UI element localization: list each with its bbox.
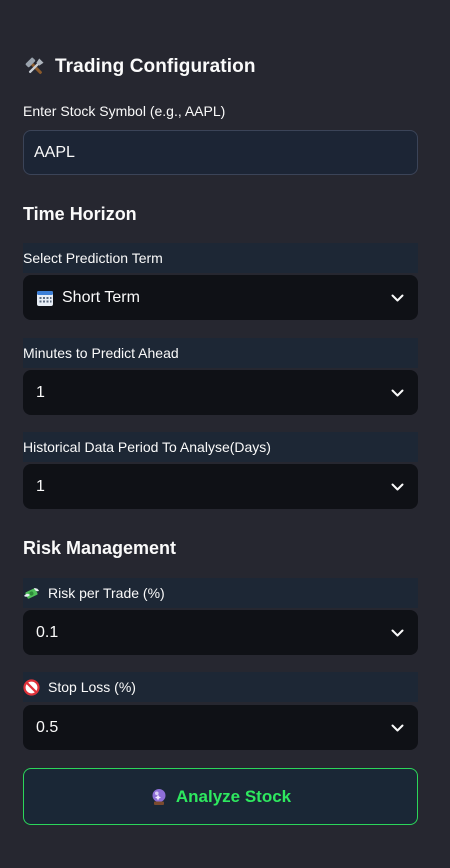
minutes-ahead-value: 1 (36, 383, 45, 401)
risk-per-trade-label: Risk per Trade (%) (23, 578, 418, 608)
history-period-value: 1 (36, 477, 45, 495)
chevron-down-icon (390, 480, 404, 494)
symbol-input[interactable]: AAPL (23, 130, 418, 175)
stop-loss-label-text: Stop Loss (%) (48, 679, 136, 695)
analyze-stock-button[interactable]: Analyze Stock (23, 768, 418, 825)
prediction-term-label-text: Select Prediction Term (23, 250, 163, 266)
minutes-ahead-label-text: Minutes to Predict Ahead (23, 345, 179, 361)
stop-loss-label: Stop Loss (%) (23, 672, 418, 702)
prediction-term-value: Short Term (62, 288, 140, 306)
chevron-down-icon (390, 291, 404, 305)
no-entry-icon (23, 678, 40, 696)
history-period-label: Historical Data Period To Analyse(Days) (23, 432, 418, 462)
stop-loss-value: 0.5 (36, 718, 59, 736)
chevron-down-icon (390, 626, 404, 640)
analyze-stock-label: Analyze Stock (175, 786, 292, 806)
calendar-icon (36, 289, 54, 307)
risk-per-trade-value: 0.1 (36, 623, 59, 641)
history-period-label-text: Historical Data Period To Analyse(Days) (23, 439, 271, 455)
risk-per-trade-label-text: Risk per Trade (%) (48, 585, 165, 601)
money-wings-icon (23, 585, 40, 602)
chevron-down-icon (390, 721, 404, 735)
risk-management-heading: Risk Management (23, 538, 177, 558)
history-period-select[interactable]: 1 (23, 464, 418, 509)
symbol-input-value: AAPL (34, 143, 75, 161)
panel-title-text: Trading Configuration (55, 56, 256, 77)
prediction-term-select[interactable]: Short Term (23, 275, 418, 320)
tools-icon (24, 56, 46, 78)
prediction-term-label: Select Prediction Term (23, 243, 418, 273)
time-horizon-heading: Time Horizon (23, 204, 137, 224)
trading-config-panel: Trading Configuration Enter Stock Symbol… (0, 0, 450, 868)
symbol-label: Enter Stock Symbol (e.g., AAPL) (23, 103, 226, 119)
chevron-down-icon (390, 386, 404, 400)
panel-title: Trading Configuration (24, 56, 256, 78)
crystal-ball-icon (150, 788, 168, 806)
minutes-ahead-select[interactable]: 1 (23, 370, 418, 415)
minutes-ahead-label: Minutes to Predict Ahead (23, 338, 418, 368)
risk-per-trade-select[interactable]: 0.1 (23, 610, 418, 655)
stop-loss-select[interactable]: 0.5 (23, 705, 418, 750)
